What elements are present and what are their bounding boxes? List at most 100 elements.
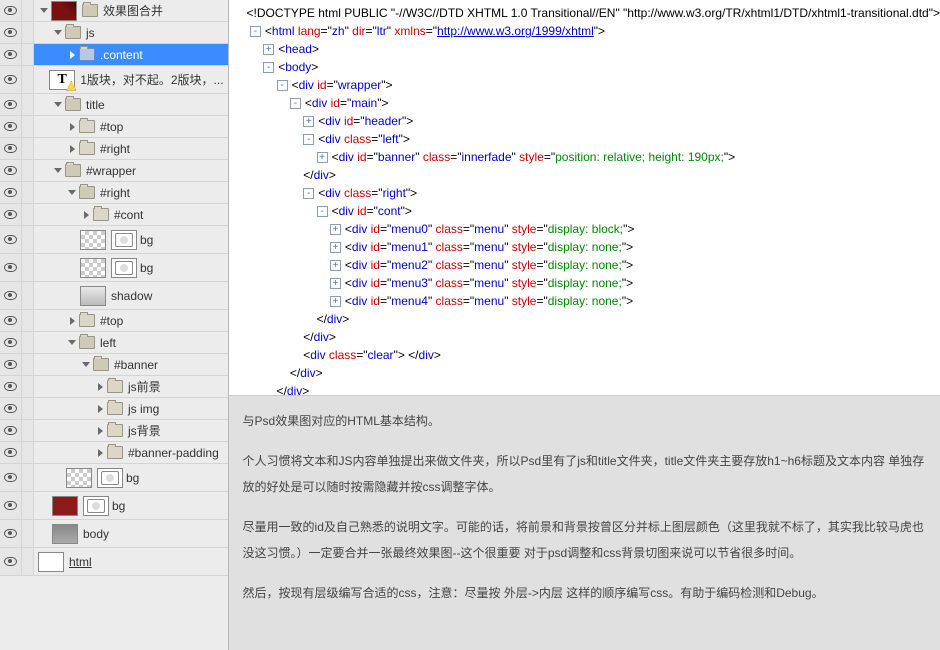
twisty-icon[interactable] [66, 337, 78, 349]
expand-icon[interactable]: + [303, 116, 314, 127]
layer-row[interactable]: #cont [0, 204, 228, 226]
visibility-toggle[interactable] [0, 160, 22, 181]
visibility-toggle[interactable] [0, 204, 22, 225]
layer-row[interactable]: #wrapper [0, 160, 228, 182]
visibility-toggle[interactable] [0, 464, 22, 491]
visibility-toggle[interactable] [0, 116, 22, 137]
expand-icon[interactable]: + [330, 260, 341, 271]
layer-row[interactable]: bg [0, 464, 228, 492]
collapse-icon[interactable]: - [303, 134, 314, 145]
eye-icon [4, 188, 17, 197]
layer-row[interactable]: T1版块，对不起。2版块，... [0, 66, 228, 94]
layer-body: js [34, 22, 228, 43]
visibility-toggle[interactable] [0, 310, 22, 331]
layer-row[interactable]: bg [0, 226, 228, 254]
collapse-icon[interactable]: - [303, 188, 314, 199]
visibility-toggle[interactable] [0, 94, 22, 115]
layer-row[interactable]: shadow [0, 282, 228, 310]
layer-row[interactable]: html [0, 548, 228, 576]
visibility-toggle[interactable] [0, 442, 22, 463]
eye-icon [4, 382, 17, 391]
collapse-icon[interactable]: - [263, 62, 274, 73]
collapse-icon[interactable]: - [250, 26, 261, 37]
expand-icon[interactable]: + [330, 296, 341, 307]
twisty-icon[interactable] [94, 403, 106, 415]
layer-row[interactable]: .content [0, 44, 228, 66]
twisty-icon[interactable] [38, 5, 50, 17]
twisty-icon[interactable] [94, 425, 106, 437]
layer-row[interactable]: #right [0, 182, 228, 204]
twisty-icon[interactable] [52, 165, 64, 177]
layer-row[interactable]: js背景 [0, 420, 228, 442]
visibility-toggle[interactable] [0, 226, 22, 253]
twisty-icon[interactable] [80, 209, 92, 221]
code-line: </div> [237, 382, 940, 395]
twisty-icon[interactable] [66, 49, 78, 61]
layer-name: 效果图合并 [103, 2, 163, 19]
link-column [22, 182, 34, 203]
layer-thumbnail [80, 286, 106, 306]
expand-icon[interactable]: + [330, 278, 341, 289]
layer-thumbnail: T [49, 70, 75, 90]
visibility-toggle[interactable] [0, 182, 22, 203]
layer-row[interactable]: js前景 [0, 376, 228, 398]
visibility-toggle[interactable] [0, 0, 22, 21]
layer-body: title [34, 94, 228, 115]
expand-icon[interactable]: + [330, 242, 341, 253]
collapse-icon[interactable]: - [290, 98, 301, 109]
twisty-icon[interactable] [52, 99, 64, 111]
layer-row[interactable]: 效果图合并 [0, 0, 228, 22]
visibility-toggle[interactable] [0, 398, 22, 419]
collapse-icon[interactable]: - [277, 80, 288, 91]
visibility-toggle[interactable] [0, 520, 22, 547]
layer-row[interactable]: #top [0, 310, 228, 332]
twisty-icon[interactable] [66, 187, 78, 199]
layer-body: #right [34, 138, 228, 159]
layer-body: #top [34, 116, 228, 137]
eye-icon [4, 6, 17, 15]
twisty-icon[interactable] [94, 381, 106, 393]
code-line: -<div class="right"> [237, 184, 940, 202]
code-line: -<html lang="zh" dir="ltr" xmlns="http:/… [237, 22, 940, 40]
visibility-toggle[interactable] [0, 282, 22, 309]
visibility-toggle[interactable] [0, 548, 22, 575]
layer-row[interactable]: js [0, 22, 228, 44]
visibility-toggle[interactable] [0, 138, 22, 159]
expand-icon[interactable]: + [330, 224, 341, 235]
layer-row[interactable]: body [0, 520, 228, 548]
expand-icon[interactable]: + [317, 152, 328, 163]
twisty-icon[interactable] [94, 447, 106, 459]
layer-row[interactable]: title [0, 94, 228, 116]
twisty-icon[interactable] [80, 359, 92, 371]
eye-icon [4, 210, 17, 219]
layer-row[interactable]: js img [0, 398, 228, 420]
layer-row[interactable]: left [0, 332, 228, 354]
eye-icon [4, 100, 17, 109]
visibility-toggle[interactable] [0, 66, 22, 93]
layer-row[interactable]: #banner [0, 354, 228, 376]
layer-row[interactable]: #banner-padding [0, 442, 228, 464]
visibility-toggle[interactable] [0, 332, 22, 353]
layer-row[interactable]: bg [0, 254, 228, 282]
layer-row[interactable]: #top [0, 116, 228, 138]
expand-icon[interactable]: + [263, 44, 274, 55]
layer-thumbnail [80, 230, 106, 250]
visibility-toggle[interactable] [0, 376, 22, 397]
visibility-toggle[interactable] [0, 420, 22, 441]
visibility-toggle[interactable] [0, 44, 22, 65]
twisty-icon[interactable] [66, 315, 78, 327]
eye-icon [4, 122, 17, 131]
mask-thumbnail [111, 258, 137, 278]
twisty-icon[interactable] [66, 143, 78, 155]
twisty-icon[interactable] [66, 121, 78, 133]
visibility-toggle[interactable] [0, 22, 22, 43]
visibility-toggle[interactable] [0, 354, 22, 375]
visibility-toggle[interactable] [0, 492, 22, 519]
layer-body: body [34, 520, 228, 547]
link-column [22, 376, 34, 397]
twisty-icon[interactable] [52, 27, 64, 39]
collapse-icon[interactable]: - [317, 206, 328, 217]
visibility-toggle[interactable] [0, 254, 22, 281]
layer-row[interactable]: bg [0, 492, 228, 520]
layer-row[interactable]: #right [0, 138, 228, 160]
